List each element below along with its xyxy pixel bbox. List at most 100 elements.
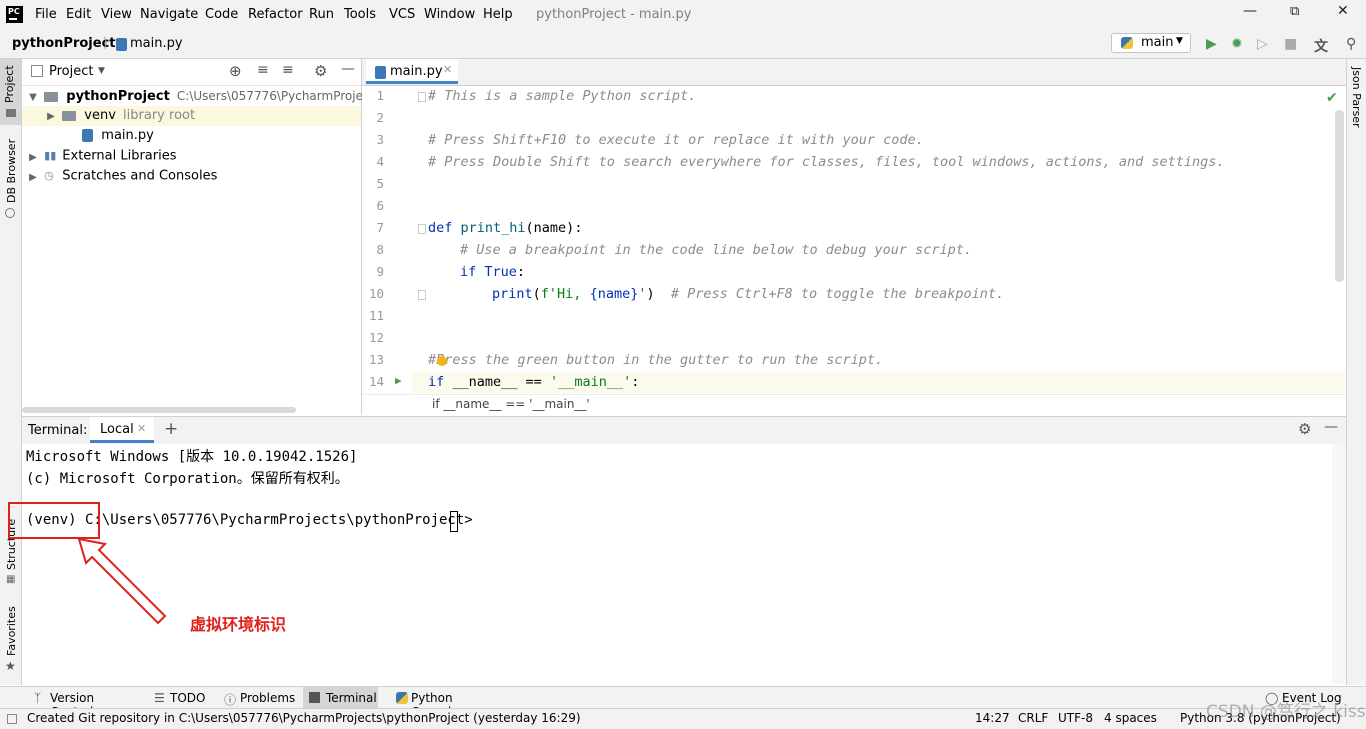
menu-window[interactable]: Window xyxy=(424,7,475,22)
minimize-icon[interactable]: — xyxy=(1243,3,1257,19)
python-file-icon xyxy=(375,66,386,79)
expand-all-icon[interactable]: ≡ xyxy=(257,62,269,78)
json-parser-stripe-button[interactable]: Json Parser xyxy=(1347,63,1366,133)
restore-icon[interactable]: ⧉ xyxy=(1290,4,1299,19)
menu-bar: PC File Edit View Navigate Code Refactor… xyxy=(0,0,1366,30)
menu-file[interactable]: File xyxy=(35,7,57,22)
vertical-scrollbar[interactable] xyxy=(1335,110,1344,282)
caret-position[interactable]: 14:27 xyxy=(975,711,1010,725)
favorites-label: Favorites xyxy=(5,606,18,656)
scratches-icon: ◷ xyxy=(44,169,54,182)
stop-icon[interactable]: ■ xyxy=(1284,36,1297,52)
fold-icon[interactable] xyxy=(418,224,426,234)
menu-edit[interactable]: Edit xyxy=(66,7,91,22)
menu-run[interactable]: Run xyxy=(309,7,334,22)
python-icon xyxy=(396,692,408,704)
chevron-right-icon[interactable]: ▶ xyxy=(26,168,40,188)
menu-code[interactable]: Code xyxy=(205,7,238,22)
tree-item-project-root[interactable]: ▼ pythonProject C:\Users\057776\PycharmP… xyxy=(22,86,392,108)
tool-tab-todo[interactable]: ☰ TODO xyxy=(150,687,210,709)
terminal-scrollbar[interactable] xyxy=(1332,444,1346,684)
run-configuration-select[interactable]: main ▼ xyxy=(1111,33,1191,53)
menu-refactor[interactable]: Refactor xyxy=(248,7,303,22)
tool-tab-terminal[interactable]: Terminal xyxy=(303,687,378,709)
fold-icon[interactable] xyxy=(418,290,426,300)
db-browser-label: DB Browser xyxy=(5,138,18,203)
chevron-down-icon[interactable]: ▼ xyxy=(26,88,40,108)
indent-setting[interactable]: 4 spaces xyxy=(1104,711,1157,725)
library-icon: ▮▮ xyxy=(44,149,57,162)
menu-navigate[interactable]: Navigate xyxy=(140,7,198,22)
tree-item-external-libraries[interactable]: ▶ ▮▮ External Libraries xyxy=(22,146,361,166)
tool-tab-problems[interactable]: ⓘ Problems xyxy=(220,687,295,709)
close-tab-icon[interactable]: ✕ xyxy=(137,422,146,435)
lightbulb-icon[interactable] xyxy=(437,356,447,366)
project-root-name: pythonProject xyxy=(66,89,170,104)
close-tab-icon[interactable]: ✕ xyxy=(443,63,452,76)
line-number: 8 xyxy=(376,242,384,257)
horizontal-scrollbar[interactable] xyxy=(22,407,296,413)
hide-icon[interactable]: — xyxy=(341,61,355,77)
tree-item-scratches[interactable]: ▶ ◷ Scratches and Consoles xyxy=(22,166,361,186)
project-panel-header: Project ▼ ⊕ ≡ ≡ ⚙ — xyxy=(22,59,361,86)
gear-icon[interactable]: ⚙ xyxy=(314,62,327,80)
chevron-right-icon[interactable]: ▶ xyxy=(44,107,58,127)
left-tool-stripe: Project DB Browser Structure ▦ Favorites… xyxy=(0,59,22,685)
chevron-down-icon[interactable]: ▼ xyxy=(98,66,105,76)
venv-hint: library root xyxy=(123,108,196,123)
add-icon[interactable]: + xyxy=(164,419,178,439)
translate-icon[interactable]: 文 xyxy=(1314,36,1328,56)
tree-item-venv[interactable]: ▶ venv library root xyxy=(22,106,361,126)
terminal-output[interactable]: Microsoft Windows [版本 10.0.19042.1526] (… xyxy=(22,444,1332,684)
tree-item-main-py[interactable]: main.py xyxy=(22,126,361,146)
python-file-icon xyxy=(116,38,127,51)
folder-icon xyxy=(44,91,59,102)
watermark: CSDN @笃行之.kiss xyxy=(1206,702,1366,722)
breadcrumb-project[interactable]: pythonProject xyxy=(12,36,116,51)
status-message[interactable]: Created Git repository in C:\Users\05777… xyxy=(27,711,581,725)
editor-breadcrumb[interactable]: if __name__ == '__main__' xyxy=(432,397,590,411)
run-icon[interactable]: ▶ xyxy=(1206,36,1217,52)
locate-icon[interactable]: ⊕ xyxy=(229,62,242,80)
main-py-label: main.py xyxy=(101,128,154,143)
debug-icon[interactable]: ✹ xyxy=(1231,36,1243,52)
structure-icon: ▦ xyxy=(6,574,16,585)
hide-icon[interactable]: — xyxy=(1324,419,1338,435)
editor-tab-bar: main.py ✕ xyxy=(362,59,1346,86)
venv-label: venv xyxy=(84,108,116,123)
collapse-all-icon[interactable]: ≡ xyxy=(282,62,294,78)
status-toggle-icon[interactable] xyxy=(7,714,17,724)
project-stripe-label: Project xyxy=(3,65,16,103)
line-number: 4 xyxy=(376,154,384,169)
project-root-path: C:\Users\057776\PycharmProjects\p xyxy=(176,89,393,103)
terminal-label: Terminal: xyxy=(28,423,88,438)
code-line-8: # Use a breakpoint in the code line belo… xyxy=(460,242,973,258)
line-number: 11 xyxy=(368,308,384,323)
coverage-icon[interactable]: ▷ xyxy=(1257,36,1268,52)
gear-icon[interactable]: ⚙ xyxy=(1298,420,1311,438)
file-encoding[interactable]: UTF-8 xyxy=(1058,711,1093,725)
menu-view[interactable]: View xyxy=(101,7,132,22)
run-gutter-icon[interactable]: ▶ xyxy=(395,374,402,387)
search-icon[interactable]: ⚲ xyxy=(1346,36,1356,52)
breadcrumb-file[interactable]: main.py xyxy=(130,36,183,51)
menu-help[interactable]: Help xyxy=(483,7,513,22)
favorites-stripe-button[interactable]: Favorites ★ xyxy=(0,604,21,684)
line-number: 9 xyxy=(376,264,384,279)
menu-vcs[interactable]: VCS xyxy=(389,7,415,22)
fold-icon[interactable] xyxy=(418,92,426,102)
tab-label: main.py xyxy=(390,64,443,79)
db-browser-stripe-button[interactable]: DB Browser xyxy=(0,131,21,221)
code-line-14: if __name__ == '__main__': xyxy=(428,374,640,390)
menu-tools[interactable]: Tools xyxy=(344,7,376,22)
tool-tab-python-console[interactable]: Python Console xyxy=(392,687,502,719)
project-panel-title[interactable]: Project xyxy=(49,64,93,79)
status-bar: Created Git repository in C:\Users\05777… xyxy=(0,708,1366,729)
tab-main-py[interactable]: main.py ✕ xyxy=(366,59,458,84)
chevron-right-icon[interactable]: ▶ xyxy=(26,148,40,168)
tool-tab-version-control[interactable]: ᛉ Version Control xyxy=(30,687,140,719)
terminal-tab-local[interactable]: Local ✕ xyxy=(90,417,154,443)
close-icon[interactable]: ✕ xyxy=(1337,3,1349,19)
line-separator[interactable]: CRLF xyxy=(1018,711,1048,725)
database-icon xyxy=(5,208,15,218)
